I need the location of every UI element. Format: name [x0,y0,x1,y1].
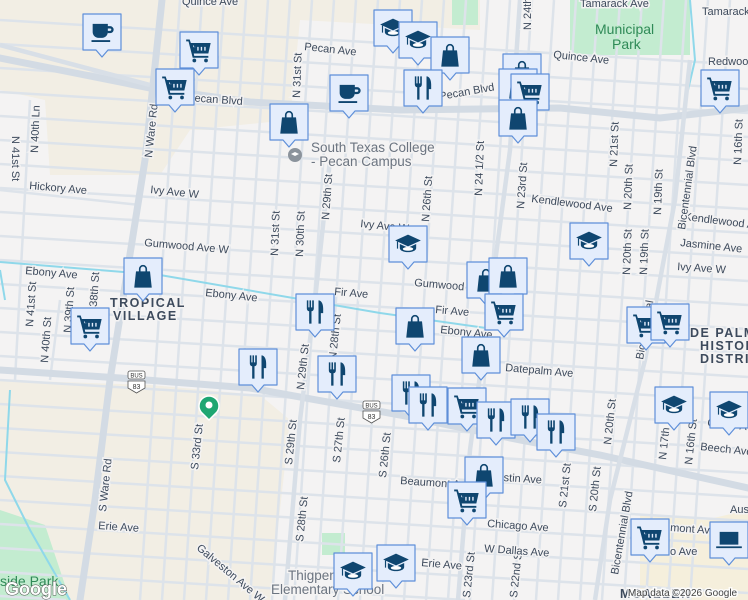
cart-marker[interactable] [70,307,110,352]
street-label: Fir Ave [334,286,369,301]
neighborhood-label: DISTRI [700,352,748,366]
bag-marker[interactable] [395,307,435,352]
cart-marker[interactable] [484,293,524,338]
street-label: N 19th St [652,169,666,215]
neighborhood-label: DE PALM [690,326,748,340]
street-label: Ivy Ave W [677,261,727,276]
street-label: N 19th St [638,229,652,275]
cart-marker[interactable] [155,68,195,113]
shield-label: BUS [130,374,142,380]
street-label: N 41st St [9,136,21,181]
fork-marker[interactable] [317,355,357,400]
street-label: N 24th [522,0,534,30]
street-label: N 31st St [291,52,305,98]
minor-street [578,0,622,600]
grad-marker[interactable] [376,544,416,589]
street-label: Gumwood Ave W [144,237,230,256]
bag-marker[interactable] [269,103,309,148]
street-label: N 20th St [621,229,635,275]
street-label: Beech Ave [700,441,748,458]
street-label: N 21st St [608,121,622,167]
street-label: Fir Ave [435,304,470,319]
grad-marker[interactable] [569,222,609,267]
route-shield-bus-83-west: BUS 83 [127,370,146,394]
street-label: N 16th St [683,418,700,465]
map-canvas[interactable]: Quince Ave Tamarack Ave Tamarack Pecan A… [0,0,748,600]
minor-street [0,234,748,283]
route-shield-bus-83-east: BUS 83 [362,400,381,424]
street-label: N 24 1/2 St [473,141,487,196]
bag-marker[interactable] [123,257,163,302]
school-label: Thigpen [288,568,337,583]
street-label: N 16th St [732,119,746,165]
street-label: Gumwood A [414,277,475,294]
shield-number: 83 [368,414,376,421]
grad-marker[interactable] [654,386,694,431]
street-label: N 31st St [269,210,283,256]
laptop-marker[interactable] [709,521,748,566]
fork-marker[interactable] [295,293,335,338]
street-label: Quince Ave [182,0,238,8]
cart-marker[interactable] [630,518,670,563]
college-label: - Pecan Campus [311,154,412,169]
fork-marker[interactable] [408,386,448,431]
google-logo: Google [5,579,68,600]
street-label: Kendlewood Ave [531,193,614,215]
cart-marker[interactable] [447,481,487,526]
cup-marker[interactable] [329,74,369,119]
street-label: Tamarack Ave [580,0,649,10]
neighborhood-label: VILLAGE [113,309,178,323]
fork-marker[interactable] [536,413,576,458]
street-label: S 28th St [294,496,311,542]
neighborhood-label: HISTOR [700,339,748,353]
street-label: N 23rd St [515,162,530,209]
cart-marker[interactable] [700,69,740,114]
fork-marker[interactable] [403,69,443,114]
street-label: N 40th Ln [29,105,43,153]
street-label: Pecan Blvd [438,81,495,102]
neighborhood-label: TROPICAL [110,296,186,310]
bag-marker[interactable] [498,99,538,144]
grad-marker[interactable] [709,391,748,436]
map-data-credit: Map data ©2026 Google [628,588,738,599]
park-label: Park [612,36,642,52]
street-label: Redwood [708,56,748,68]
fork-marker[interactable] [238,348,278,393]
svg-text:Google: Google [5,579,67,599]
street-label: N 30th St [294,211,308,257]
street-label: N 20th St [622,164,636,210]
shield-number: 83 [133,384,141,391]
park-label: Municipal [595,21,654,37]
bag-marker[interactable] [461,336,501,381]
cup-marker[interactable] [82,13,122,58]
grad-marker[interactable] [333,552,373,597]
street-label: Aus [730,504,748,516]
street-label: S 21st St [557,463,574,509]
college-label: South Texas College [311,140,435,155]
street-label: Tamarack [702,6,748,18]
street-label: N 41st St [24,281,39,327]
street-label: N 29th St [320,174,335,221]
cart-marker[interactable] [650,303,690,348]
college-pin-icon[interactable] [288,148,302,162]
shield-label: BUS [365,404,377,410]
street-label: o Ave [670,546,697,558]
street-label: N 20th St [602,398,619,445]
grad-marker[interactable] [388,225,428,270]
fork-marker[interactable] [476,401,516,446]
